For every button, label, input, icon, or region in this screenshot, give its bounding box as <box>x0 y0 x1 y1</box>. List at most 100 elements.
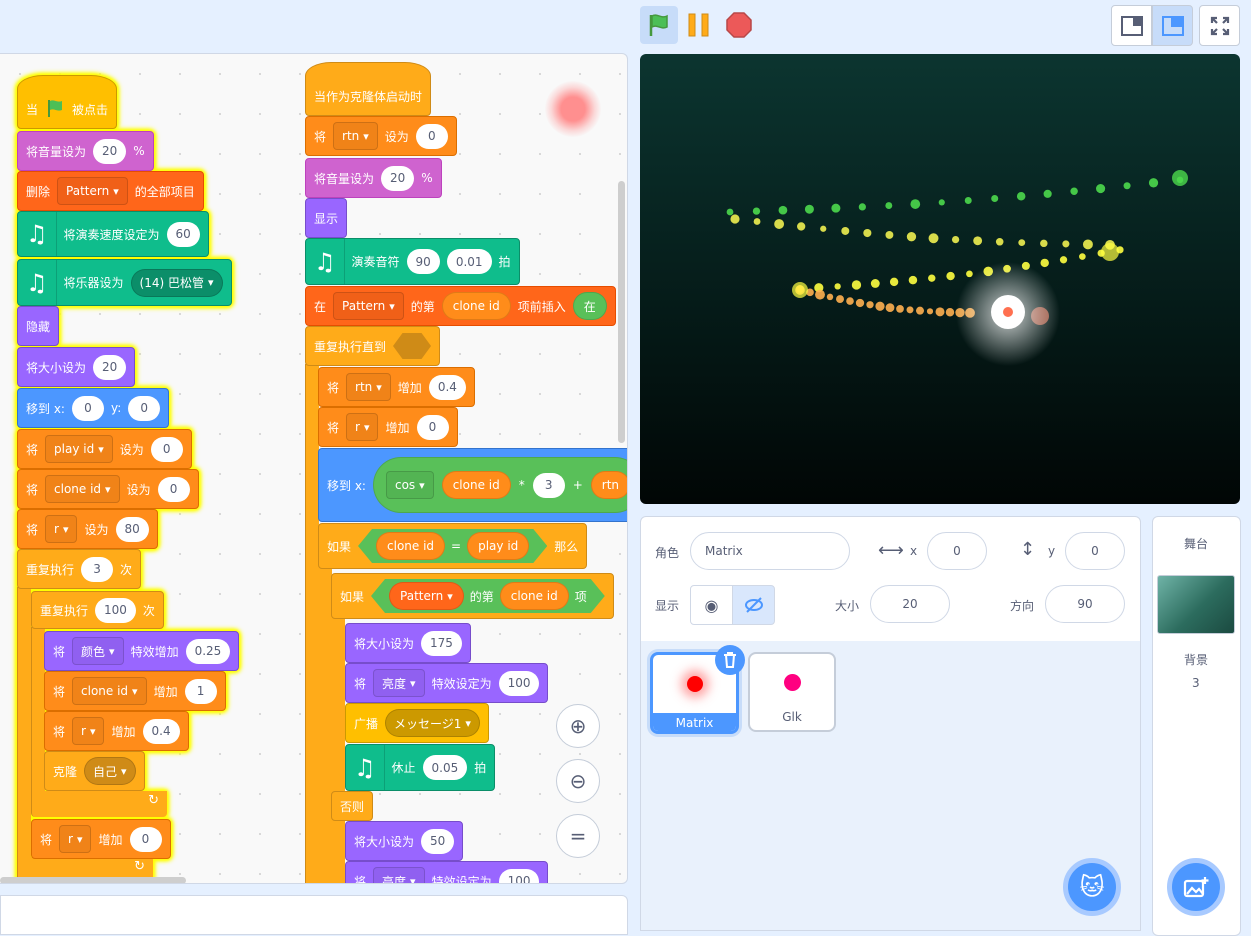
block[interactable]: 将颜色特效增加 0.25 <box>44 631 239 671</box>
delete-sprite-button[interactable] <box>715 645 745 675</box>
reporter-clone-id[interactable]: clone id <box>376 532 445 560</box>
dropdown[interactable]: メッセージ1 <box>385 709 480 737</box>
number-input[interactable]: 50 <box>421 829 454 854</box>
zoom-reset-button[interactable]: = <box>556 814 600 858</box>
green-flag-button[interactable] <box>640 6 678 44</box>
pause-button[interactable] <box>684 6 714 44</box>
dropdown[interactable]: play id <box>45 435 113 463</box>
block[interactable]: 将亮度特效设定为 100 <box>345 663 548 703</box>
add-sprite-button[interactable]: 🐱 <box>1063 858 1121 916</box>
direction-input[interactable]: 90 <box>1045 585 1125 623</box>
dropdown[interactable]: clone id <box>72 677 147 705</box>
block[interactable]: 将大小设为 175 <box>345 623 471 663</box>
boolean-reporter[interactable]: clone id = play id <box>358 529 547 563</box>
zoom-out-button[interactable]: ⊖ <box>556 759 600 803</box>
number-input[interactable]: 0.4 <box>429 375 466 400</box>
block[interactable]: 在Pattern的第clone id项前插入在 <box>305 286 616 326</box>
zoom-in-button[interactable]: ⊕ <box>556 704 600 748</box>
y-input[interactable]: 0 <box>1065 532 1125 570</box>
block[interactable]: 将 rtn 设为 0 <box>305 116 457 156</box>
small-stage-button[interactable] <box>1111 5 1152 46</box>
reporter-play-id[interactable]: play id <box>467 532 529 560</box>
stop-button[interactable] <box>722 6 756 44</box>
size-input[interactable]: 20 <box>870 585 950 623</box>
block[interactable]: 如果 Pattern 的第 clone id 项 <box>331 573 614 619</box>
block[interactable]: 将大小设为 20 <box>17 347 135 387</box>
reporter-clone-id[interactable]: clone id <box>500 582 569 610</box>
number-input[interactable]: 175 <box>421 631 462 656</box>
block[interactable]: 重复执行 100 次 <box>31 591 164 629</box>
dropdown[interactable]: Pattern <box>57 177 128 205</box>
block[interactable]: 重复执行直到 <box>305 326 440 366</box>
block[interactable]: 将大小设为 50 <box>345 821 463 861</box>
block[interactable]: ♫ 演奏音符 90 0.01 拍 <box>305 238 520 285</box>
number-input[interactable]: 100 <box>499 869 540 885</box>
block[interactable]: 移到 x: cosclone id * 3 + rtn <box>318 448 628 522</box>
block[interactable]: 如果 clone id = play id 那么 <box>318 523 587 569</box>
block[interactable]: 当 被点击 <box>17 75 117 129</box>
dropdown[interactable]: (14) 巴松管 <box>131 269 223 297</box>
block[interactable]: 将r 增加 0 <box>31 819 171 859</box>
number-input[interactable]: 100 <box>499 671 540 696</box>
dropdown[interactable]: r <box>45 515 77 543</box>
block[interactable]: 将r 设为 80 <box>17 509 158 549</box>
number-input[interactable]: 1 <box>185 679 217 704</box>
block[interactable]: 将音量设为 20% <box>305 158 442 198</box>
number-input[interactable]: 100 <box>95 598 136 623</box>
block[interactable]: 将音量设为 20% <box>17 131 154 171</box>
dropdown[interactable]: cos <box>386 471 434 499</box>
number-input[interactable]: 0 <box>151 437 183 462</box>
x-input[interactable]: 0 <box>927 532 987 570</box>
block[interactable]: ♫ 将乐器设为 (14) 巴松管 <box>17 259 232 306</box>
block[interactable]: 将 play id 设为 0 <box>17 429 192 469</box>
number-input[interactable]: 0.25 <box>186 639 231 664</box>
reporter-Pattern[interactable]: Pattern <box>389 582 464 610</box>
stage[interactable] <box>640 54 1240 504</box>
reporter-rtn[interactable]: rtn <box>591 471 628 499</box>
dropdown[interactable]: r <box>346 413 378 441</box>
block[interactable]: 将r 增加 0.4 <box>44 711 189 751</box>
dropdown[interactable]: 自己 <box>84 757 136 785</box>
dropdown[interactable]: 亮度 <box>373 669 425 697</box>
block[interactable]: 将亮度特效设定为 100 <box>345 861 548 884</box>
fullscreen-button[interactable] <box>1199 5 1240 46</box>
number-input[interactable]: 20 <box>93 139 126 164</box>
number-input[interactable]: 0 <box>416 124 448 149</box>
number-input[interactable]: 20 <box>93 355 126 380</box>
block[interactable]: ♫ 休止 0.05 拍 <box>345 744 495 791</box>
number-input[interactable]: 0 <box>130 827 162 852</box>
dropdown[interactable]: 亮度 <box>373 867 425 884</box>
block[interactable]: 移到 x: 0 y: 0 <box>17 388 169 428</box>
number-input[interactable]: 0.05 <box>423 755 468 780</box>
show-visible-button[interactable]: ◉ <box>690 585 733 625</box>
reporter-clone-id[interactable]: clone id <box>442 471 511 499</box>
block[interactable]: 将 clone id 设为 0 <box>17 469 199 509</box>
block[interactable]: ♫ 将演奏速度设定为 60 <box>17 211 209 257</box>
number-input[interactable]: 3 <box>81 557 113 582</box>
block[interactable]: 将r 增加 0 <box>318 407 458 447</box>
block[interactable]: 显示 <box>305 198 347 238</box>
number-input[interactable]: 0.4 <box>143 719 180 744</box>
number-input[interactable]: 0 <box>72 396 104 421</box>
number-input[interactable]: 60 <box>167 222 200 247</box>
dropdown[interactable]: r <box>59 825 91 853</box>
block[interactable]: 将 rtn 增加 0.4 <box>318 367 475 407</box>
dropdown[interactable]: rtn <box>346 373 391 401</box>
operator-reporter[interactable]: cosclone id * 3 + rtn <box>373 457 628 513</box>
dropdown[interactable]: rtn <box>333 122 378 150</box>
boolean-reporter[interactable]: Pattern 的第 clone id 项 <box>371 579 605 613</box>
number-input[interactable]: 0 <box>158 477 190 502</box>
add-backdrop-button[interactable] <box>1167 858 1225 916</box>
number-input[interactable]: 20 <box>381 166 414 191</box>
number-input[interactable]: 3 <box>533 473 565 498</box>
show-hidden-button[interactable] <box>732 585 775 625</box>
dropdown[interactable]: Pattern <box>333 292 404 320</box>
sprite-name-input[interactable]: Matrix <box>690 532 850 570</box>
block[interactable]: 当作为克隆体启动时 <box>305 62 431 116</box>
number-input[interactable]: 0.01 <box>447 249 492 274</box>
dropdown[interactable]: 颜色 <box>72 637 124 665</box>
block[interactable]: 隐藏 <box>17 306 59 346</box>
number-input[interactable]: 0 <box>128 396 160 421</box>
block[interactable]: 删除 Pattern 的全部项目 <box>17 171 204 211</box>
normal-stage-button[interactable] <box>1152 5 1193 46</box>
